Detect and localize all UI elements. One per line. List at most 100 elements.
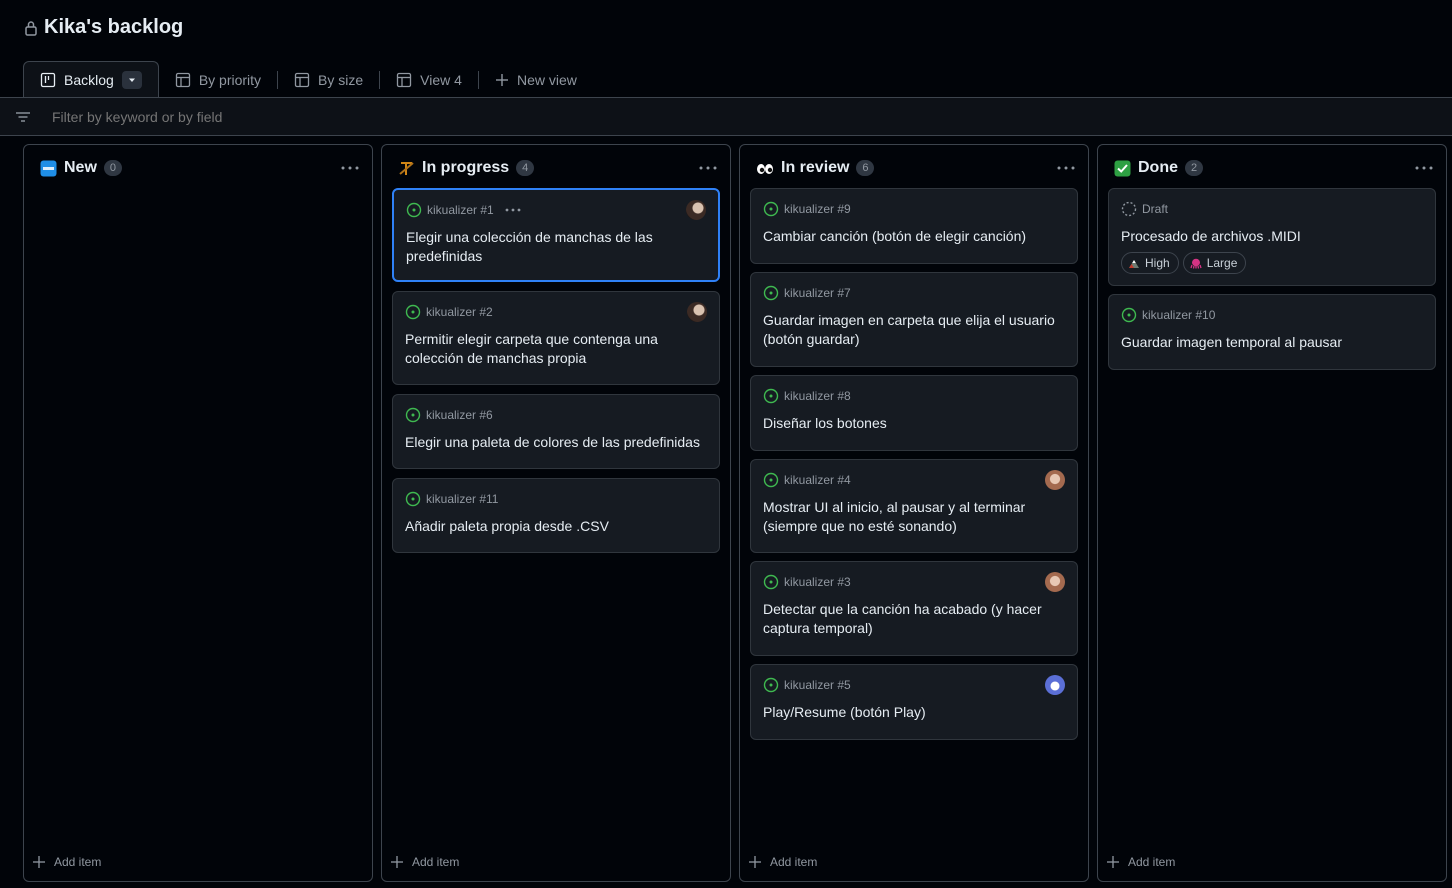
card-meta: kikualizer #7 (763, 285, 851, 301)
column-menu-button[interactable] (698, 158, 718, 178)
card-title[interactable]: Añadir paleta propia desde .CSV (405, 517, 707, 536)
card-labels: High Large (1121, 252, 1247, 274)
card[interactable]: kikualizer #6 Elegir una paleta de color… (392, 394, 720, 469)
tab-view-4[interactable]: View 4 (380, 61, 478, 98)
card-title[interactable]: Permitir elegir carpeta que contenga una… (405, 330, 707, 367)
assignee-avatar[interactable] (686, 200, 706, 220)
add-item-label: Add item (412, 855, 460, 869)
assignee-avatar[interactable] (1045, 470, 1065, 490)
add-item-label: Add item (770, 855, 818, 869)
card-title[interactable]: Guardar imagen en carpeta que elija el u… (763, 311, 1065, 348)
card-ref: kikualizer #11 (426, 492, 499, 506)
card-ref: Draft (1142, 202, 1169, 216)
column-new: New 0 Add item (23, 144, 373, 882)
card[interactable]: kikualizer #8 Diseñar los botones (750, 375, 1078, 451)
triangle-down-icon (128, 78, 135, 82)
lock-icon (25, 20, 37, 36)
card-meta: kikualizer #2 (405, 304, 493, 320)
plus-icon (749, 856, 761, 868)
plus-icon (391, 856, 403, 868)
plus-icon (495, 73, 508, 86)
card-title[interactable]: Elegir una colección de manchas de las p… (406, 228, 706, 265)
card-menu-button[interactable] (505, 208, 521, 212)
tab-label: Backlog (64, 72, 114, 88)
issue-open-icon (763, 388, 779, 404)
card-title[interactable]: Cambiar canción (botón de elegir canción… (763, 227, 1065, 246)
tab-label: View 4 (420, 71, 462, 88)
add-item-label: Add item (1128, 855, 1176, 869)
card-ref: kikualizer #9 (784, 202, 851, 216)
card[interactable]: Draft Procesado de archivos .MIDI High L… (1108, 188, 1436, 286)
card-title[interactable]: Diseñar los botones (763, 414, 1065, 433)
add-item-button[interactable]: Add item (391, 855, 459, 869)
tab-by-priority[interactable]: By priority (159, 61, 277, 98)
priority-label[interactable]: High (1121, 252, 1179, 274)
card[interactable]: kikualizer #9 Cambiar canción (botón de … (750, 188, 1078, 264)
filter-icon[interactable] (15, 109, 31, 125)
card-meta: Draft (1121, 201, 1168, 217)
issue-open-icon (406, 202, 422, 218)
issue-open-icon (763, 574, 779, 590)
card-meta: kikualizer #4 (763, 472, 851, 488)
view-tabs: Backlog By priority By size View 4 New v… (23, 61, 593, 98)
tab-by-size[interactable]: By size (278, 61, 379, 98)
issue-open-icon (405, 407, 421, 423)
size-label[interactable]: Large (1182, 252, 1247, 274)
priority-label-text: High (1145, 256, 1170, 270)
card-meta: kikualizer #1 (406, 202, 521, 218)
card[interactable]: kikualizer #5 Play/Resume (botón Play) (750, 664, 1078, 740)
card[interactable]: kikualizer #3 Detectar que la canción ha… (750, 561, 1078, 656)
card[interactable]: kikualizer #4 Mostrar UI al inicio, al p… (750, 459, 1078, 553)
filter-input[interactable] (52, 108, 652, 125)
card[interactable]: kikualizer #10 Guardar imagen temporal a… (1108, 294, 1436, 370)
add-item-label: Add item (54, 855, 102, 869)
column-menu-button[interactable] (1056, 158, 1076, 178)
add-item-button[interactable]: Add item (33, 855, 101, 869)
column-in-review: In review 6 kikualizer #9 Cambiar canció… (739, 144, 1089, 882)
card[interactable]: kikualizer #11 Añadir paleta propia desd… (392, 478, 720, 553)
column-in-progress: In progress 4 kikualizer #1 Elegir una c… (381, 144, 731, 882)
kebab-horizontal-icon (341, 166, 359, 170)
card-meta: kikualizer #10 (1121, 307, 1215, 323)
tab-label: By size (318, 71, 364, 88)
card-title[interactable]: Mostrar UI al inicio, al pausar y al ter… (763, 498, 1065, 535)
card-meta: kikualizer #9 (763, 201, 851, 217)
card-title[interactable]: Detectar que la canción ha acabado (y ha… (763, 600, 1065, 637)
check-box-icon (1114, 160, 1131, 176)
board-icon (40, 72, 56, 88)
card-meta: kikualizer #5 (763, 677, 851, 693)
size-label-text: Large (1206, 256, 1238, 270)
card-title[interactable]: Play/Resume (botón Play) (763, 703, 1065, 722)
tab-label: By priority (198, 71, 262, 88)
add-item-button[interactable]: Add item (1107, 855, 1175, 869)
card-ref: kikualizer #5 (784, 678, 851, 692)
card-ref: kikualizer #8 (784, 389, 851, 403)
card[interactable]: kikualizer #7 Guardar imagen en carpeta … (750, 272, 1078, 367)
card-title[interactable]: Procesado de archivos .MIDI (1121, 227, 1423, 246)
column-menu-button[interactable] (340, 158, 360, 178)
card-title[interactable]: Guardar imagen temporal al pausar (1121, 333, 1423, 352)
card[interactable]: kikualizer #2 Permitir elegir carpeta qu… (392, 291, 720, 385)
assignee-avatar[interactable] (1045, 675, 1065, 695)
filter-bar (0, 97, 1452, 136)
assignee-avatar[interactable] (1045, 572, 1065, 592)
card-meta: kikualizer #8 (763, 388, 851, 404)
card[interactable]: kikualizer #1 Elegir una colección de ma… (392, 188, 720, 282)
column-header: New 0 (40, 159, 122, 177)
column-menu-button[interactable] (1414, 158, 1434, 178)
project-title-text: Kika's backlog (44, 16, 184, 38)
card-ref: kikualizer #1 (427, 203, 494, 217)
project-header: Kika's backlog Backlog By priority By si… (0, 0, 1452, 98)
table-icon (175, 72, 190, 87)
view-options-button[interactable] (121, 71, 142, 89)
tab-backlog[interactable]: Backlog (23, 61, 159, 98)
assignee-avatar[interactable] (687, 302, 707, 322)
draft-icon (1121, 201, 1137, 217)
tab-label: New view (516, 71, 577, 88)
new-badge-icon (40, 160, 57, 176)
new-view-button[interactable]: New view (479, 61, 593, 98)
issue-open-icon (763, 201, 779, 217)
add-item-button[interactable]: Add item (749, 855, 817, 869)
card-title[interactable]: Elegir una paleta de colores de las pred… (405, 433, 707, 452)
issue-open-icon (1121, 307, 1137, 323)
